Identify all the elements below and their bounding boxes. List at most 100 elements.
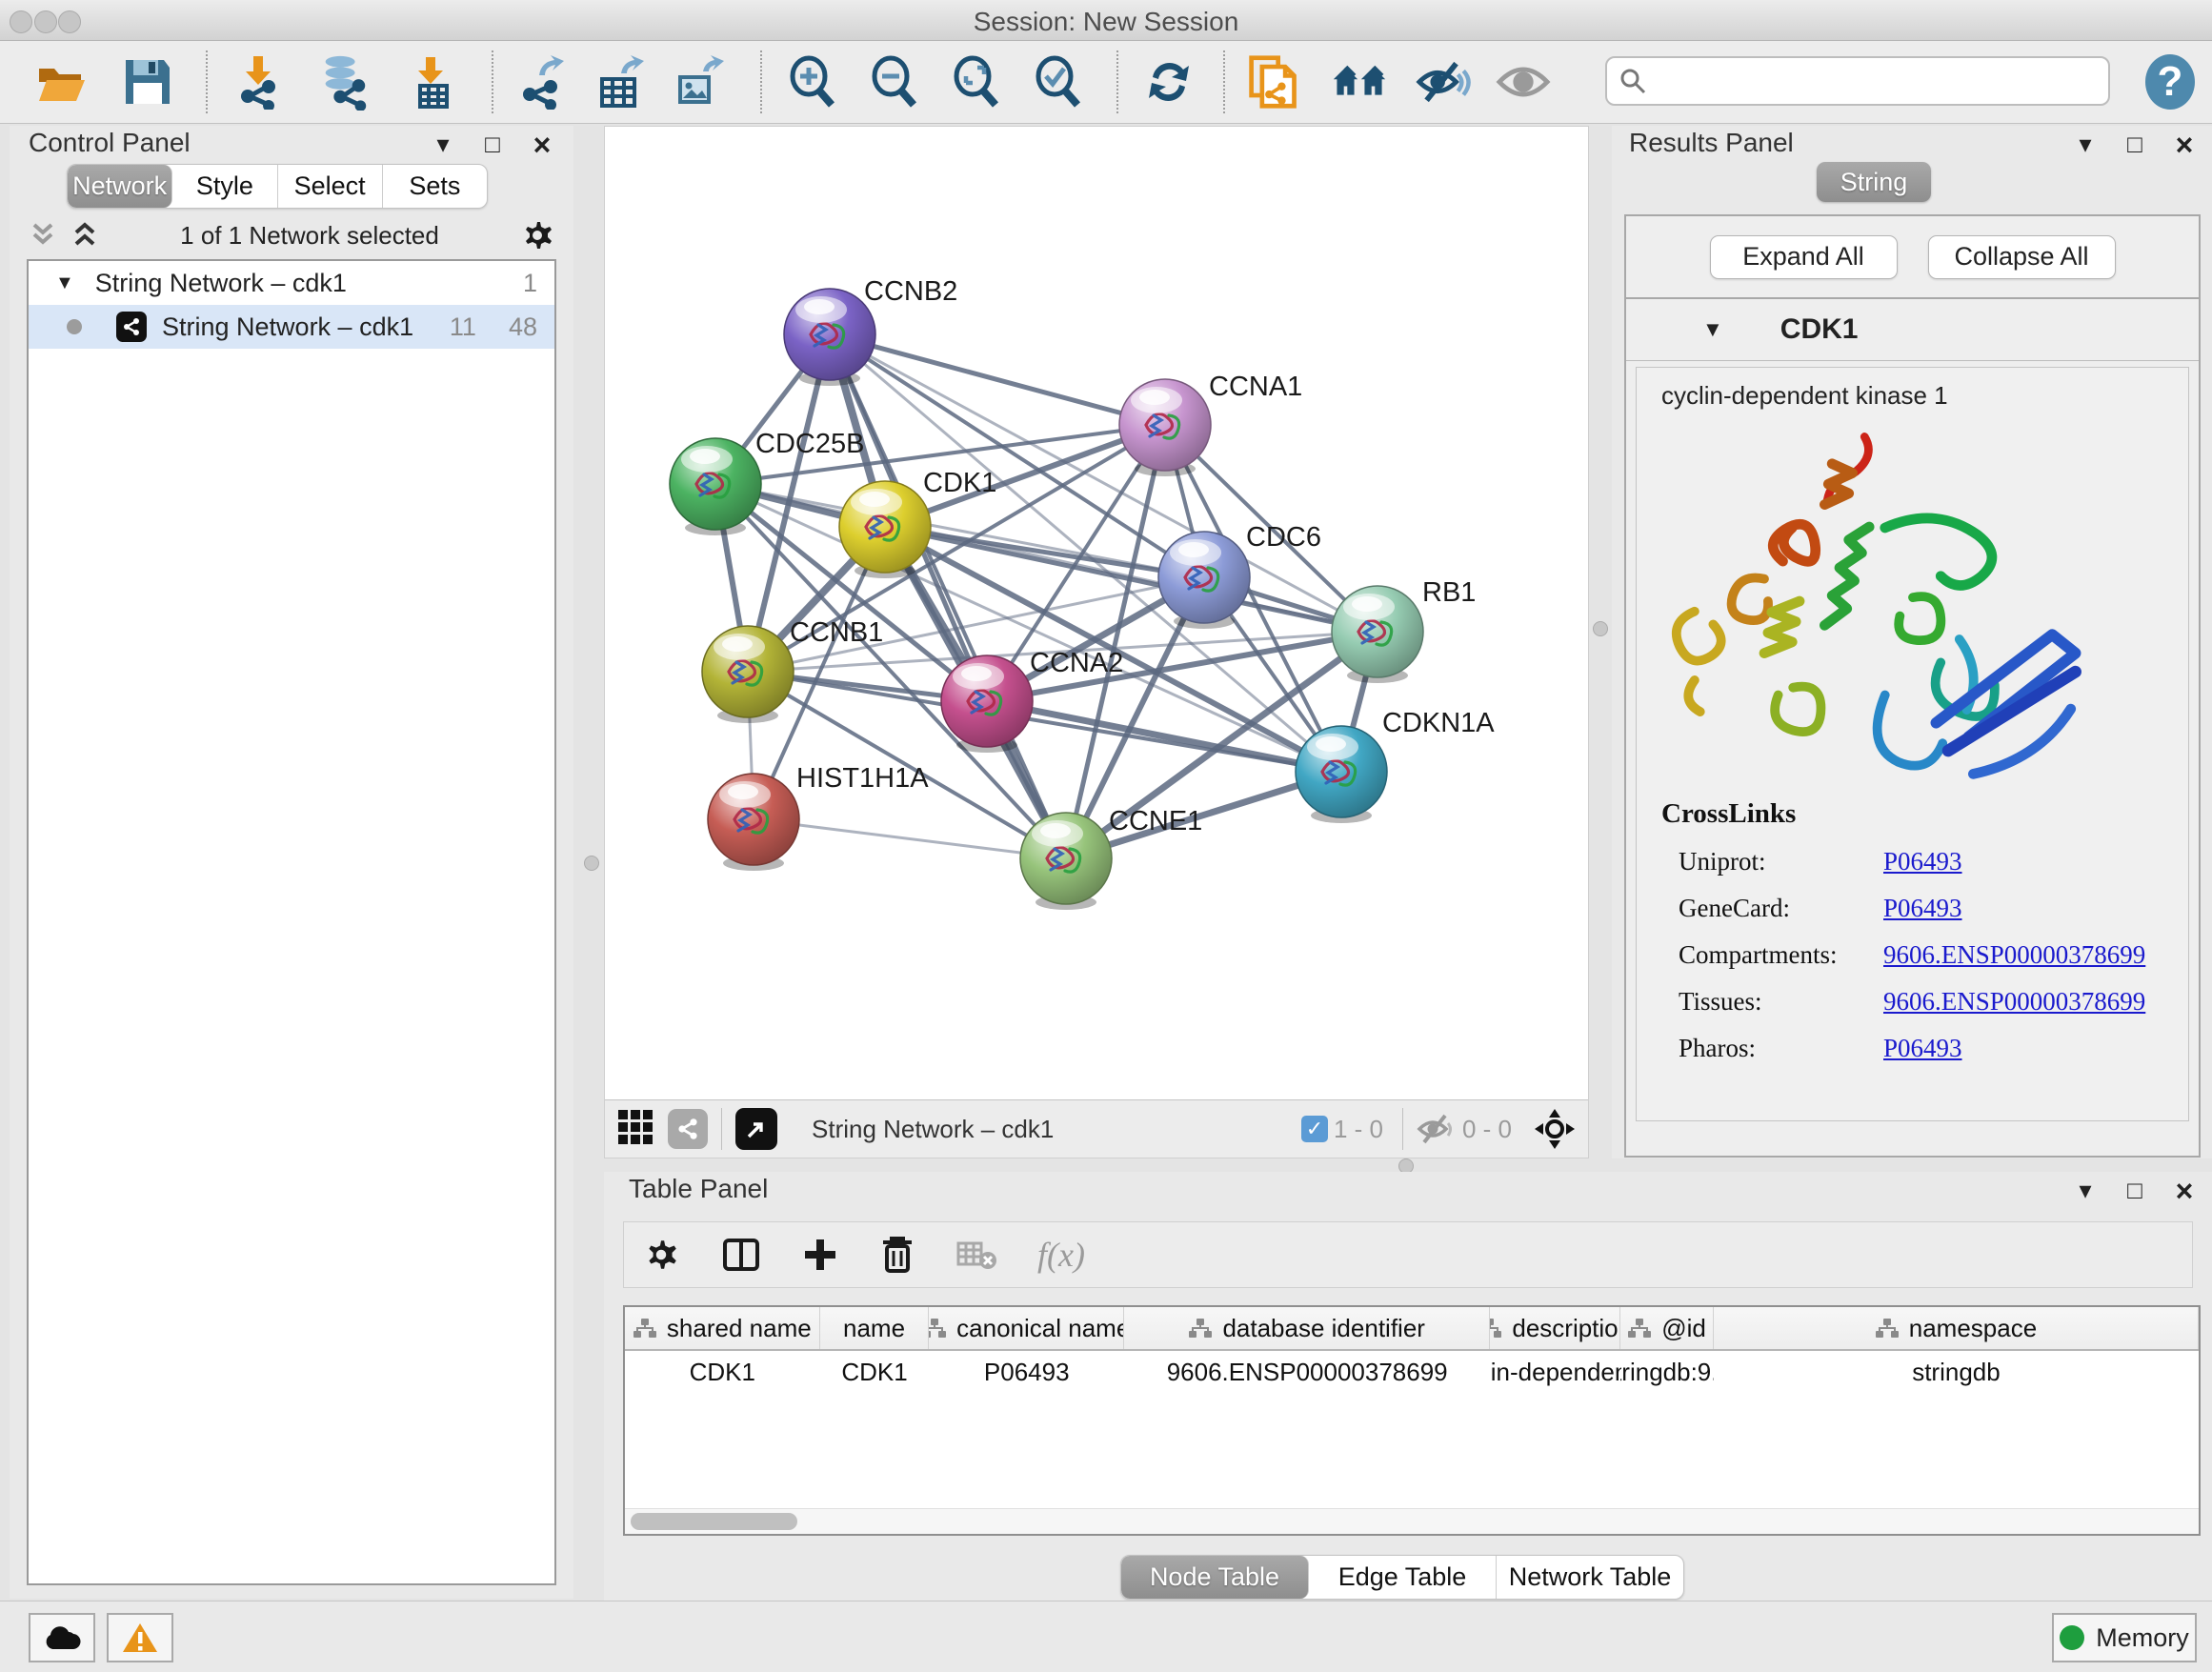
save-session-icon[interactable] <box>120 54 175 110</box>
column-header-canonical-name[interactable]: canonical name <box>929 1307 1124 1349</box>
network-row[interactable]: String Network – cdk1 11 48 <box>29 305 554 349</box>
network-collection-row[interactable]: ▼ String Network – cdk1 1 <box>29 261 554 305</box>
show-hide-panels-icon[interactable] <box>1332 54 1387 110</box>
tab-edge-table[interactable]: Edge Table <box>1309 1556 1497 1599</box>
tab-select[interactable]: Select <box>278 165 383 208</box>
tab-string[interactable]: String <box>1817 162 1931 202</box>
tab-network[interactable]: Network <box>68 165 172 208</box>
crosslink-row: Uniprot:P06493 <box>1661 847 2145 876</box>
tab-node-table[interactable]: Node Table <box>1121 1556 1309 1599</box>
float-panel-icon[interactable]: ▾ <box>429 130 457 159</box>
zoom-out-icon[interactable] <box>867 54 922 110</box>
column-label: canonical name <box>956 1314 1124 1343</box>
table-cell: stringdb:9... <box>1620 1351 1714 1393</box>
search-input[interactable] <box>1647 66 2070 97</box>
column-label: shared name <box>667 1314 812 1343</box>
open-in-new-window-icon[interactable] <box>735 1108 777 1150</box>
open-session-icon[interactable] <box>34 54 90 110</box>
collapse-all-icon[interactable] <box>27 221 59 250</box>
hidden-items-icon <box>1417 1113 1457 1145</box>
node-CCNB2[interactable] <box>784 289 875 386</box>
selected-checkbox-icon[interactable]: ✓ <box>1301 1116 1328 1142</box>
maximize-panel-icon[interactable]: □ <box>478 130 507 159</box>
tree-expander-icon[interactable]: ▼ <box>55 272 74 294</box>
expand-all-button[interactable]: Expand All <box>1710 235 1898 279</box>
tab-style[interactable]: Style <box>172 165 277 208</box>
selected-count: 1 - 0 <box>1334 1115 1383 1144</box>
cloud-services-button[interactable] <box>29 1613 95 1662</box>
table-horizontal-scrollbar[interactable] <box>625 1508 2199 1534</box>
gear-icon[interactable] <box>518 216 556 254</box>
clone-network-icon[interactable] <box>1246 54 1301 110</box>
network-overview-icon[interactable] <box>668 1109 708 1149</box>
tab-network-table[interactable]: Network Table <box>1497 1556 1683 1599</box>
column-header-description[interactable]: description <box>1490 1307 1620 1349</box>
create-column-icon[interactable] <box>801 1236 839 1274</box>
panel-divider-handle[interactable] <box>584 856 599 871</box>
column-header-@id[interactable]: @id <box>1620 1307 1714 1349</box>
crosslink-label: Uniprot: <box>1661 847 1883 876</box>
export-network-icon[interactable] <box>514 54 570 110</box>
warnings-button[interactable] <box>107 1613 173 1662</box>
fit-selected-icon[interactable] <box>1533 1107 1577 1151</box>
network-canvas[interactable]: CCNB2CCNA1CDC25BCDK1CDC6RB1CCNB1CCNA2CDK… <box>605 127 1588 1100</box>
float-panel-icon[interactable]: ▾ <box>2071 1176 2100 1205</box>
hide-selected-icon[interactable] <box>1416 54 1471 110</box>
refresh-view-icon[interactable] <box>1141 54 1196 110</box>
gene-section-header[interactable]: ▼ CDK1 <box>1626 299 2199 361</box>
node-CCNE1[interactable] <box>1020 813 1112 910</box>
zoom-fit-content-icon[interactable] <box>949 54 1004 110</box>
export-image-icon[interactable] <box>671 54 726 110</box>
close-panel-icon[interactable]: × <box>2170 132 2199 157</box>
float-panel-icon[interactable]: ▾ <box>2071 130 2100 159</box>
node-CDC6[interactable] <box>1158 532 1250 629</box>
crosslink-link[interactable]: 9606.ENSP00000378699 <box>1883 987 2145 1017</box>
crosslink-link[interactable]: P06493 <box>1883 894 1962 923</box>
column-header-name[interactable]: name <box>820 1307 930 1349</box>
crosslink-link[interactable]: 9606.ENSP00000378699 <box>1883 940 2145 970</box>
node-table[interactable]: shared name name canonical namedatabase id… <box>623 1305 2201 1536</box>
collapse-section-icon[interactable]: ▼ <box>1702 317 1723 342</box>
delete-column-icon[interactable] <box>879 1235 915 1275</box>
column-header-namespace[interactable]: namespace <box>1714 1307 2199 1349</box>
maximize-panel-icon[interactable]: □ <box>2121 1176 2149 1205</box>
table-row[interactable]: CDK1CDK1P064939606.ENSP00000378699cyclin… <box>625 1351 2199 1393</box>
node-CCNA1[interactable] <box>1119 379 1211 476</box>
network-view-toolbar: String Network – cdk1 ✓ 1 - 0 0 - 0 <box>605 1099 1588 1158</box>
show-all-icon[interactable] <box>1496 54 1551 110</box>
panel-divider-handle[interactable] <box>1593 621 1608 636</box>
import-network-from-database-icon[interactable] <box>316 54 372 110</box>
close-panel-icon[interactable]: × <box>2170 1178 2199 1203</box>
edge-HIST1H1A-CCNE1[interactable] <box>754 819 1066 858</box>
import-table-from-file-icon[interactable] <box>404 54 459 110</box>
toolbar-search[interactable] <box>1605 56 2110 106</box>
export-table-icon[interactable] <box>593 54 648 110</box>
node-HIST1H1A[interactable] <box>708 774 799 871</box>
show-columns-icon[interactable] <box>721 1235 761 1275</box>
delete-table-icon <box>955 1238 997 1272</box>
column-header-database-identifier[interactable]: database identifier <box>1124 1307 1490 1349</box>
table-cell: 9606.ENSP00000378699 <box>1124 1351 1490 1393</box>
close-panel-icon[interactable]: × <box>528 132 556 157</box>
help-icon[interactable]: ? <box>2145 54 2195 110</box>
tab-sets[interactable]: Sets <box>383 165 487 208</box>
control-panel: Control Panel ▾ □ × NetworkStyleSelectSe… <box>10 126 573 1599</box>
memory-button[interactable]: Memory <box>2052 1613 2197 1662</box>
zoom-selected-icon[interactable] <box>1031 54 1086 110</box>
scrollbar-thumb[interactable] <box>631 1513 797 1530</box>
node-RB1[interactable] <box>1332 586 1423 683</box>
import-network-from-file-icon[interactable] <box>231 54 286 110</box>
node-CCNB1[interactable] <box>702 626 794 723</box>
zoom-in-icon[interactable] <box>785 54 840 110</box>
column-header-shared-name[interactable]: shared name <box>625 1307 820 1349</box>
expand-all-icon[interactable] <box>69 221 101 250</box>
crosslink-link[interactable]: P06493 <box>1883 1034 1962 1063</box>
maximize-panel-icon[interactable]: □ <box>2121 130 2149 159</box>
grid-view-icon[interactable] <box>618 1110 656 1148</box>
table-settings-gear-icon[interactable] <box>641 1235 681 1275</box>
table-cell: stringdb <box>1714 1351 2199 1393</box>
edge-CCNB2-CCNA1[interactable] <box>830 334 1165 425</box>
collapse-all-button[interactable]: Collapse All <box>1928 235 2116 279</box>
node-CDKN1A[interactable] <box>1296 726 1387 823</box>
crosslink-link[interactable]: P06493 <box>1883 847 1962 876</box>
